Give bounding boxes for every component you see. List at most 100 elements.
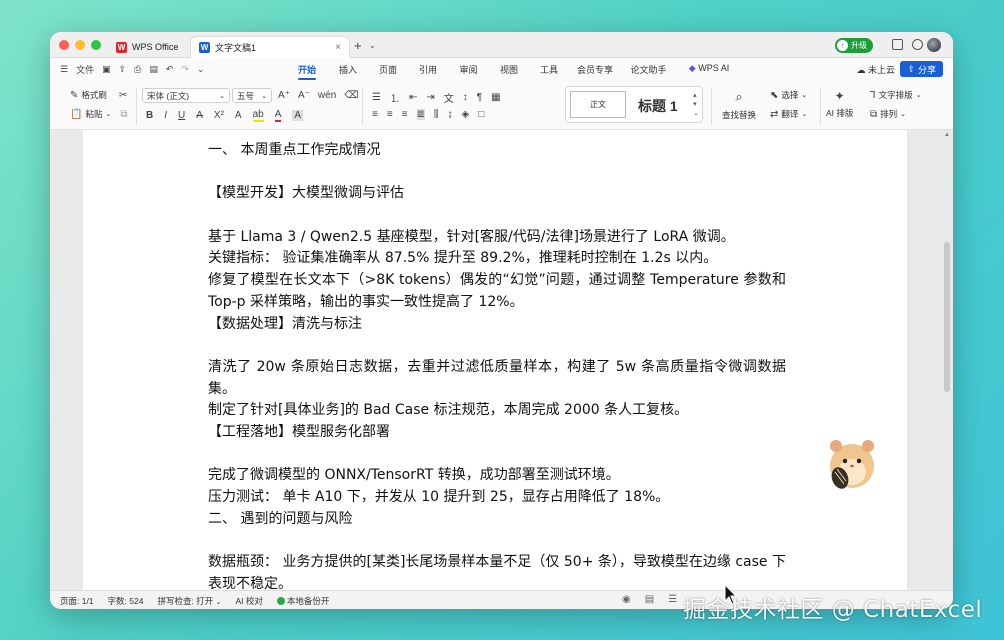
highlight-icon[interactable]: ab <box>252 109 264 122</box>
undo-icon[interactable]: ↶ <box>166 64 174 75</box>
scroll-thumb[interactable] <box>944 242 950 392</box>
font-name-select[interactable]: 宋体 (正文) ⌄ <box>142 88 230 103</box>
ai-proofread[interactable]: AI 校对 <box>235 595 262 607</box>
cloud-label: 未上云 <box>867 65 895 75</box>
text-layout-icon: Ꞁ <box>870 89 876 101</box>
page-count[interactable]: 页面: 1/1 <box>60 595 94 607</box>
document-page[interactable]: 一、 本周重点工作完成情况 【模型开发】大模型微调与评估 基于 Llama 3 … <box>83 130 907 592</box>
superscript-icon[interactable]: X² <box>214 110 224 121</box>
tab-wps-office[interactable]: W WPS Office <box>108 36 188 58</box>
window-layout-icon[interactable] <box>892 39 903 50</box>
tab-label: 文字文稿1 <box>215 43 257 53</box>
text-effect-icon[interactable]: A <box>235 110 242 121</box>
increase-indent-icon[interactable]: ⇥ <box>426 92 434 103</box>
table-grid-icon[interactable]: ▦ <box>491 92 500 103</box>
paragraph: 完成了微调模型的 ONNX/TensorRT 转换，成功部署至测试环境。 <box>208 467 620 484</box>
find-replace-button[interactable]: ⌕ 查找替换 <box>722 89 756 121</box>
redo-icon[interactable]: ↷ <box>181 64 189 75</box>
distribute-icon[interactable]: ⫼ <box>434 109 439 120</box>
font-size-select[interactable]: 五号 ⌄ <box>232 88 272 103</box>
paste-button[interactable]: 📋 粘贴 ⌄ ⧉ <box>70 108 127 120</box>
strikethrough-icon[interactable]: A <box>196 110 203 121</box>
clear-format-icon[interactable]: ⌫ <box>344 90 358 101</box>
upgrade-button[interactable]: ↑ 升级 <box>835 38 873 53</box>
spellcheck-toggle[interactable]: 拼写检查: 打开 ⌄ <box>157 595 221 607</box>
chevron-down-icon: ⌄ <box>801 111 808 118</box>
grow-font-icon[interactable]: A⁺ <box>278 90 290 101</box>
arrange-button[interactable]: ⧉ 排列 ⌄ <box>870 108 906 120</box>
close-tab-icon[interactable]: × <box>335 42 341 53</box>
tab-page[interactable]: 页面 <box>368 63 408 76</box>
tab-paper-assistant[interactable]: 论文助手 <box>621 63 676 76</box>
eye-protection-icon[interactable]: ◉ <box>622 594 631 605</box>
numbered-list-icon[interactable]: ⒈ <box>390 90 400 105</box>
backup-status[interactable]: 本地备份开 <box>276 595 329 607</box>
print-preview-icon[interactable]: ▤ <box>149 64 158 75</box>
hamster-mascot-icon[interactable] <box>826 432 878 492</box>
chevron-down-icon[interactable]: ⌄ <box>369 41 376 50</box>
text-layout-button[interactable]: Ꞁ 文字排版 ⌄ <box>870 89 921 101</box>
tab-tools[interactable]: 工具 <box>529 63 569 76</box>
word-count[interactable]: 字数: 524 <box>108 595 144 607</box>
tab-wps-ai-label: WPS AI <box>698 63 730 73</box>
ai-layout-button[interactable]: ✦ AI 排版 <box>826 89 853 119</box>
scroll-up-icon[interactable]: ▲ <box>943 132 951 138</box>
tab-insert[interactable]: 插入 <box>328 63 368 76</box>
align-justify-icon[interactable]: ≣ <box>416 109 425 120</box>
align-right-icon[interactable]: ≡ <box>402 109 408 120</box>
chinese-layout-icon[interactable]: 文 <box>444 90 454 105</box>
share-button[interactable]: ⇧ 分享 <box>900 61 943 77</box>
font-color-icon[interactable]: A <box>274 109 282 122</box>
char-shading-icon[interactable]: A <box>292 110 304 121</box>
format-painter-button[interactable]: ✎ 格式刷 ✂ <box>70 89 127 101</box>
cloud-status[interactable]: ☁ 未上云 <box>856 63 895 76</box>
decrease-indent-icon[interactable]: ⇤ <box>409 92 417 103</box>
chevron-down-icon: ⌄ <box>261 92 267 100</box>
italic-icon[interactable]: I <box>164 110 167 121</box>
border-icon[interactable]: □ <box>478 109 484 120</box>
tab-wps-ai[interactable]: ◆ WPS AI <box>676 63 736 76</box>
tab-view[interactable]: 视图 <box>489 63 529 76</box>
sort-icon[interactable]: ↕ <box>463 92 468 103</box>
cut-icon[interactable]: ✂ <box>119 90 127 101</box>
minimize-window-button[interactable] <box>75 40 85 50</box>
export-icon[interactable]: ⇪ <box>119 64 127 75</box>
style-heading-1[interactable]: 标题 1 <box>638 96 678 116</box>
select-button[interactable]: ⬉ 选择 ⌄ <box>770 89 807 101</box>
tab-member[interactable]: 会员专享 <box>569 63 621 76</box>
close-window-button[interactable] <box>59 40 69 50</box>
page-view-icon[interactable]: ▤ <box>645 594 654 605</box>
tab-references[interactable]: 引用 <box>408 63 448 76</box>
tab-review[interactable]: 审阅 <box>448 63 489 76</box>
avatar[interactable] <box>927 38 941 52</box>
align-center-icon[interactable]: ≡ <box>387 109 393 120</box>
vertical-scrollbar[interactable]: ▲ <box>943 132 951 590</box>
document-text[interactable]: 一、 本周重点工作完成情况 【模型开发】大模型微调与评估 基于 Llama 3 … <box>208 140 786 596</box>
new-tab-icon[interactable]: + <box>354 38 362 53</box>
underline-icon[interactable]: U <box>178 110 185 121</box>
print-icon[interactable]: ⎙ <box>134 64 141 75</box>
phonetic-icon[interactable]: wén <box>318 90 336 101</box>
heading-1: 一、 本周重点工作完成情况 <box>208 142 381 158</box>
align-left-icon[interactable]: ≡ <box>372 109 378 120</box>
bullet-list-icon[interactable]: ☰ <box>372 92 381 103</box>
tab-document[interactable]: W 文字文稿1 × <box>190 36 350 58</box>
show-marks-icon[interactable]: ¶ <box>477 92 482 103</box>
maximize-window-button[interactable] <box>91 40 101 50</box>
hamburger-icon[interactable]: ☰ <box>60 64 68 75</box>
line-spacing-icon[interactable]: ↨ <box>448 109 453 120</box>
divider <box>362 88 363 124</box>
file-menu[interactable]: 文件 <box>76 63 94 76</box>
window-mode-icon[interactable] <box>912 39 923 50</box>
chevron-down-icon[interactable]: ⌄ <box>197 64 205 75</box>
translate-button[interactable]: ⇄ 翻译 ⌄ <box>770 108 807 120</box>
bold-icon[interactable]: B <box>146 110 153 121</box>
save-icon[interactable]: ▣ <box>102 64 111 75</box>
shading-icon[interactable]: ◈ <box>462 109 470 120</box>
style-scroll-icon[interactable]: ▴ ▾ ⌄ <box>693 91 699 118</box>
style-normal[interactable]: 正文 <box>570 91 626 118</box>
tab-home[interactable]: 开始 <box>286 63 328 76</box>
copy-icon[interactable]: ⧉ <box>120 109 127 120</box>
shrink-font-icon[interactable]: A⁻ <box>298 90 310 101</box>
outline-view-icon[interactable]: ☰ <box>668 594 677 605</box>
